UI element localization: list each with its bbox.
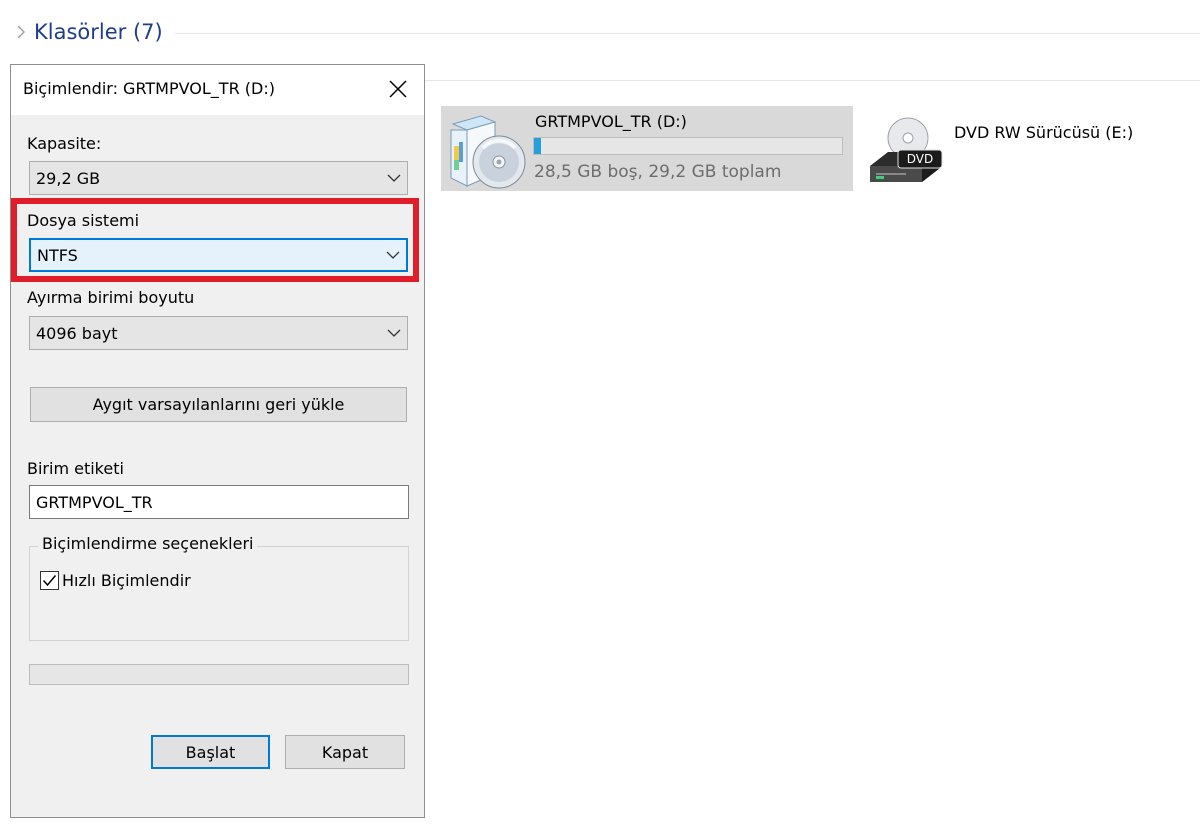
- close-dialog-button[interactable]: Kapat: [285, 735, 405, 769]
- drive-usage-fill: [534, 138, 542, 154]
- chevron-down-icon: [381, 162, 407, 194]
- filesystem-select[interactable]: NTFS: [29, 238, 408, 272]
- allocation-label: Ayırma birimi boyutu: [27, 288, 195, 307]
- volume-label-input[interactable]: [30, 491, 408, 513]
- format-options-legend: Biçimlendirme seçenekleri: [38, 534, 258, 553]
- quick-format-option[interactable]: Hızlı Biçimlendir: [40, 571, 191, 590]
- divider: [425, 80, 1200, 81]
- dialog-title-bar[interactable]: Biçimlendir: GRTMPVOL_TR (D:): [11, 65, 424, 115]
- chevron-right-icon[interactable]: [10, 24, 32, 40]
- dialog-title: Biçimlendir: GRTMPVOL_TR (D:): [23, 79, 275, 98]
- start-button[interactable]: Başlat: [151, 735, 270, 769]
- volume-label-field[interactable]: [29, 485, 409, 519]
- chevron-down-icon: [380, 240, 406, 270]
- filesystem-value: NTFS: [37, 245, 78, 265]
- dvd-drive-icon: DVD: [866, 112, 946, 192]
- drive-space-text: 28,5 GB boş, 29,2 GB toplam: [534, 162, 782, 182]
- quick-format-checkbox[interactable]: [40, 571, 59, 590]
- folders-section-header[interactable]: Klasörler (7): [10, 14, 1200, 50]
- drive-name: GRTMPVOL_TR (D:): [535, 112, 687, 131]
- drive-tile-e[interactable]: DVD DVD RW Sürücüsü (E:): [866, 108, 1186, 190]
- allocation-select[interactable]: 4096 bayt: [29, 316, 408, 350]
- setup-disc-icon: [443, 108, 529, 190]
- volume-label-label: Birim etiketi: [27, 459, 124, 478]
- close-icon: [389, 80, 407, 98]
- drive-tile-d[interactable]: GRTMPVOL_TR (D:) 28,5 GB boş, 29,2 GB to…: [441, 106, 853, 191]
- format-progress-bar: [29, 664, 409, 685]
- chevron-down-icon: [381, 317, 407, 349]
- checkmark-icon: [42, 575, 57, 587]
- capacity-label: Kapasite:: [27, 134, 102, 153]
- filesystem-label: Dosya sistemi: [27, 211, 140, 230]
- format-dialog: Biçimlendir: GRTMPVOL_TR (D:) Kapasite: …: [10, 64, 425, 818]
- section-divider: [174, 32, 1200, 34]
- format-options-group: Biçimlendirme seçenekleri Hızlı Biçimlen…: [29, 534, 409, 641]
- capacity-value: 29,2 GB: [36, 168, 101, 188]
- quick-format-label: Hızlı Biçimlendir: [62, 571, 191, 590]
- restore-defaults-button[interactable]: Aygıt varsayılanlarını geri yükle: [30, 387, 407, 422]
- dvd-icon-label: DVD: [907, 152, 933, 166]
- drive-usage-bar: [533, 137, 843, 155]
- close-button[interactable]: [372, 65, 424, 113]
- section-title: Klasörler (7): [34, 20, 163, 44]
- capacity-select[interactable]: 29,2 GB: [29, 161, 408, 195]
- allocation-value: 4096 bayt: [36, 323, 118, 343]
- drive-name: DVD RW Sürücüsü (E:): [954, 123, 1134, 142]
